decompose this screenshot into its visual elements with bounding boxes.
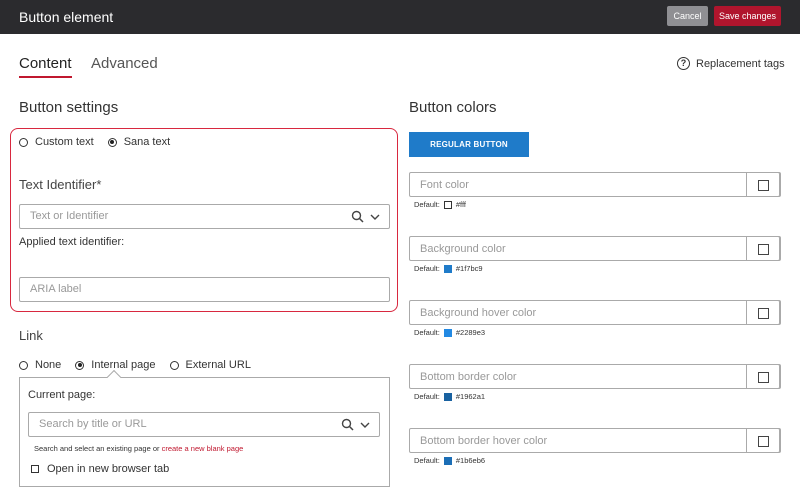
header-bar: Button element Cancel Save changes [0, 0, 800, 34]
aria-label-input[interactable]: ARIA label [19, 277, 390, 302]
text-identifier-placeholder: Text or Identifier [30, 210, 109, 222]
active-tab-indicator [19, 76, 72, 78]
color-square-icon [758, 436, 769, 447]
color-swatch [443, 264, 452, 273]
bottom-border-color-default: Default: #1962a1 [414, 392, 485, 401]
search-icon [351, 210, 364, 223]
search-icon [341, 418, 354, 431]
color-picker-button[interactable] [746, 428, 780, 453]
radio-internal-page-label: Internal page [91, 359, 156, 371]
current-page-label: Current page: [28, 389, 96, 401]
open-new-tab-label: Open in new browser tab [47, 463, 170, 475]
replacement-tags-link[interactable]: ? Replacement tags [677, 57, 785, 70]
color-square-icon [758, 308, 769, 319]
color-swatch [443, 392, 452, 401]
aria-label-placeholder: ARIA label [30, 283, 82, 295]
bottom-border-hover-color-default: Default: #1b6eb6 [414, 456, 485, 465]
text-type-radio-group: Custom text Sana text [19, 136, 184, 148]
radio-icon [169, 360, 179, 370]
radio-none[interactable]: None [19, 359, 61, 371]
radio-custom-text-label: Custom text [35, 136, 94, 148]
radio-sana-text-label: Sana text [123, 136, 171, 148]
bottom-border-color-field[interactable]: Bottom border color [409, 364, 781, 389]
page-search-placeholder: Search by title or URL [39, 418, 147, 430]
regular-button-example[interactable]: REGULAR BUTTON EXAMPLE [409, 132, 529, 174]
button-settings-title: Button settings [19, 99, 119, 116]
replacement-tags-label: Replacement tags [696, 57, 785, 70]
page-search-hint: Search and select an existing page or cr… [34, 444, 243, 453]
color-picker-button[interactable] [746, 236, 780, 261]
page-search-input[interactable]: Search by title or URL [28, 412, 380, 437]
default-value: #1962a1 [455, 392, 486, 401]
radio-internal-page[interactable]: Internal page [75, 359, 156, 371]
color-swatch [443, 328, 452, 337]
color-square-icon [758, 244, 769, 255]
page-title: Button element [19, 9, 114, 25]
tab-content[interactable]: Content [19, 55, 72, 72]
chevron-down-icon[interactable] [369, 212, 381, 222]
link-title: Link [19, 328, 43, 343]
color-swatch [443, 200, 452, 209]
bottom-border-hover-color-field[interactable]: Bottom border hover color [409, 428, 781, 453]
color-square-icon [758, 372, 769, 383]
color-square-icon [758, 180, 769, 191]
applied-text-identifier-label: Applied text identifier: [19, 236, 125, 248]
chevron-down-icon[interactable] [359, 420, 371, 430]
radio-external-url[interactable]: External URL [169, 359, 251, 371]
background-hover-color-default: Default: #2289e3 [414, 328, 485, 337]
background-color-placeholder: Background color [420, 243, 506, 255]
bottom-border-hover-color-placeholder: Bottom border hover color [420, 435, 548, 447]
font-color-default: Default: #fff [414, 200, 466, 209]
radio-selected-icon [107, 137, 117, 147]
default-value: #2289e3 [455, 328, 486, 337]
default-value: #fff [455, 200, 467, 209]
color-picker-button[interactable] [746, 300, 780, 325]
bottom-border-color-placeholder: Bottom border color [420, 371, 517, 383]
checkbox-icon [31, 465, 39, 473]
radio-icon [19, 360, 28, 370]
tab-advanced[interactable]: Advanced [91, 55, 158, 72]
default-label: Default: [414, 200, 440, 209]
default-label: Default: [414, 392, 440, 401]
color-picker-button[interactable] [746, 364, 780, 389]
background-color-default: Default: #1f7bc9 [414, 264, 483, 273]
radio-custom-text[interactable]: Custom text [19, 136, 94, 148]
text-identifier-label: Text Identifier* [19, 177, 102, 192]
button-colors-title: Button colors [409, 99, 497, 116]
radio-sana-text[interactable]: Sana text [107, 136, 171, 148]
open-new-tab-checkbox[interactable]: Open in new browser tab [31, 463, 169, 475]
default-label: Default: [414, 264, 440, 273]
radio-external-url-label: External URL [185, 359, 251, 371]
hint-text: Search and select an existing page or [34, 444, 160, 453]
background-color-field[interactable]: Background color [409, 236, 781, 261]
default-value: #1b6eb6 [455, 456, 486, 465]
font-color-placeholder: Font color [420, 179, 469, 191]
color-swatch [443, 456, 452, 465]
color-picker-button[interactable] [746, 172, 780, 197]
radio-selected-icon [75, 360, 85, 370]
background-hover-color-placeholder: Background hover color [420, 307, 537, 319]
default-label: Default: [414, 456, 440, 465]
text-identifier-input[interactable]: Text or Identifier [19, 204, 390, 229]
default-label: Default: [414, 328, 440, 337]
link-type-radio-group: None Internal page External URL [19, 359, 265, 371]
radio-none-label: None [35, 359, 62, 371]
create-new-page-link[interactable]: create a new blank page [162, 444, 244, 453]
help-circle-icon: ? [677, 57, 690, 70]
panel-pointer [106, 369, 122, 385]
font-color-field[interactable]: Font color [409, 172, 781, 197]
default-value: #1f7bc9 [455, 264, 483, 273]
save-changes-button[interactable]: Save changes [714, 6, 781, 26]
radio-icon [19, 137, 28, 147]
background-hover-color-field[interactable]: Background hover color [409, 300, 781, 325]
cancel-button[interactable]: Cancel [667, 6, 708, 26]
